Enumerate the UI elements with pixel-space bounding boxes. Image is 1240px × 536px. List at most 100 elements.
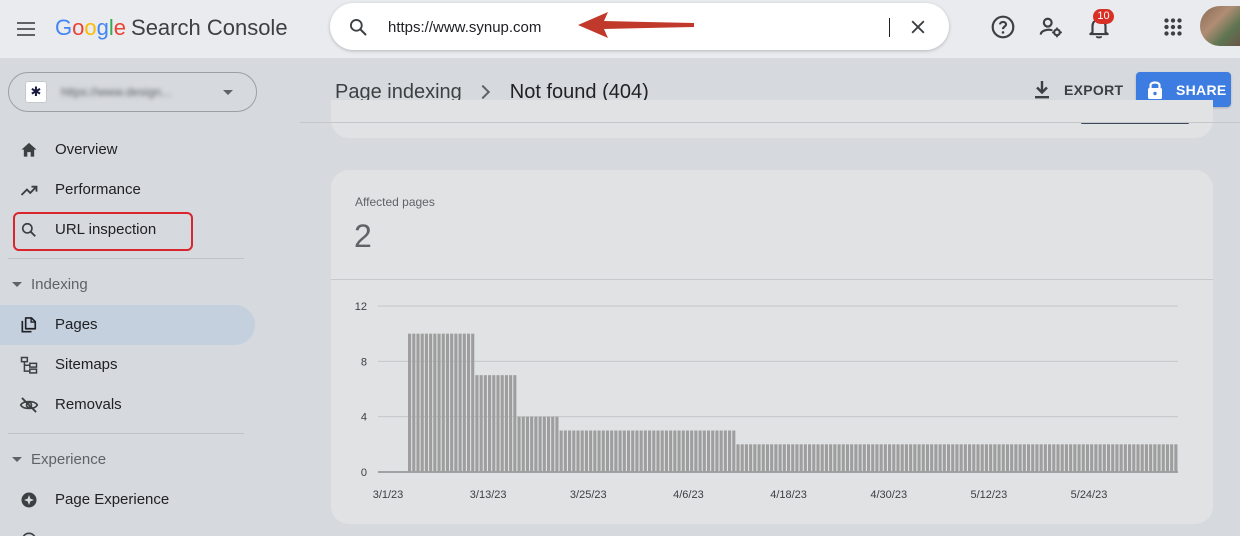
sidebar-item-page-experience[interactable]: Page Experience [0,480,256,520]
bar[interactable] [930,444,934,472]
bar[interactable] [736,444,740,472]
bar[interactable] [517,416,521,472]
sidebar-item-partial[interactable] [0,520,256,536]
bar[interactable] [572,430,576,473]
bar[interactable] [546,416,551,472]
avatar[interactable] [1200,6,1240,46]
bar[interactable] [799,444,803,472]
bar[interactable] [534,416,538,472]
bar[interactable] [816,444,820,472]
bar[interactable] [1043,444,1047,472]
bar[interactable] [1069,444,1073,472]
bar[interactable] [555,416,559,472]
bar[interactable] [1073,444,1077,472]
bar[interactable] [917,444,921,472]
bar[interactable] [774,444,778,472]
sidebar-item-pages[interactable]: Pages [0,305,255,345]
bar[interactable] [706,430,711,473]
bar[interactable] [698,430,702,473]
bar[interactable] [786,444,791,472]
bar[interactable] [968,444,972,472]
bar[interactable] [509,375,513,472]
bar[interactable] [892,444,896,472]
bar[interactable] [424,333,428,472]
bar[interactable] [925,444,930,472]
bar[interactable] [753,444,757,472]
bar[interactable] [669,430,673,473]
bar[interactable] [1161,444,1165,472]
bar[interactable] [955,444,959,472]
bar[interactable] [618,430,622,473]
bar[interactable] [934,444,938,472]
bar[interactable] [938,444,942,472]
bar[interactable] [1031,444,1035,472]
export-button[interactable]: EXPORT [1030,78,1123,102]
bar[interactable] [500,375,504,472]
bar[interactable] [1102,444,1106,472]
bar[interactable] [888,444,892,472]
bar[interactable] [622,430,626,473]
bar[interactable] [1119,444,1123,472]
bar[interactable] [1098,444,1102,472]
bar[interactable] [488,375,492,472]
bar[interactable] [652,430,656,473]
bar[interactable] [1144,444,1148,472]
bar[interactable] [479,375,483,472]
sidebar-item-removals[interactable]: Removals [0,385,256,425]
bar[interactable] [525,416,530,472]
bar[interactable] [909,444,913,472]
bar[interactable] [1005,444,1010,472]
bar[interactable] [1174,444,1178,472]
bar[interactable] [795,444,799,472]
property-selector[interactable]: ✱ https://www.design... [8,72,257,112]
bar[interactable] [765,444,770,472]
bar[interactable] [837,444,841,472]
bar[interactable] [1022,444,1026,472]
bar[interactable] [728,430,732,473]
bar[interactable] [1123,444,1127,472]
bar[interactable] [913,444,917,472]
sidebar-item-sitemaps[interactable]: Sitemaps [0,345,256,385]
bar[interactable] [1039,444,1043,472]
bar[interactable] [656,430,660,473]
bar[interactable] [504,375,508,472]
bar[interactable] [513,375,517,472]
bar[interactable] [972,444,976,472]
bar[interactable] [791,444,795,472]
bar[interactable] [715,430,719,473]
bar[interactable] [416,333,420,472]
sidebar-item-overview[interactable]: Overview [0,130,256,170]
bar[interactable] [1060,444,1064,472]
bar[interactable] [702,430,706,473]
bar[interactable] [862,444,866,472]
bar[interactable] [694,430,698,473]
bar[interactable] [538,416,542,472]
bar[interactable] [614,430,618,473]
bar[interactable] [896,444,900,472]
bar[interactable] [542,416,546,472]
bar[interactable] [829,444,833,472]
bar[interactable] [803,444,807,472]
bar[interactable] [993,444,997,472]
bar[interactable] [1106,444,1111,472]
bar[interactable] [437,333,441,472]
bar[interactable] [942,444,946,472]
bar[interactable] [989,444,993,472]
bar[interactable] [631,430,635,473]
bar[interactable] [433,333,437,472]
bar[interactable] [492,375,496,472]
sidebar-item-performance[interactable]: Performance [0,170,256,210]
bar[interactable] [685,430,690,473]
bar[interactable] [946,444,951,472]
bar[interactable] [1094,444,1098,472]
bar[interactable] [871,444,875,472]
bar[interactable] [761,444,765,472]
bar[interactable] [681,430,685,473]
bar[interactable] [450,333,454,472]
bar[interactable] [429,333,433,472]
bar[interactable] [963,444,967,472]
bar[interactable] [1052,444,1056,472]
bar[interactable] [1128,444,1132,472]
bar[interactable] [858,444,862,472]
bar[interactable] [1081,444,1085,472]
